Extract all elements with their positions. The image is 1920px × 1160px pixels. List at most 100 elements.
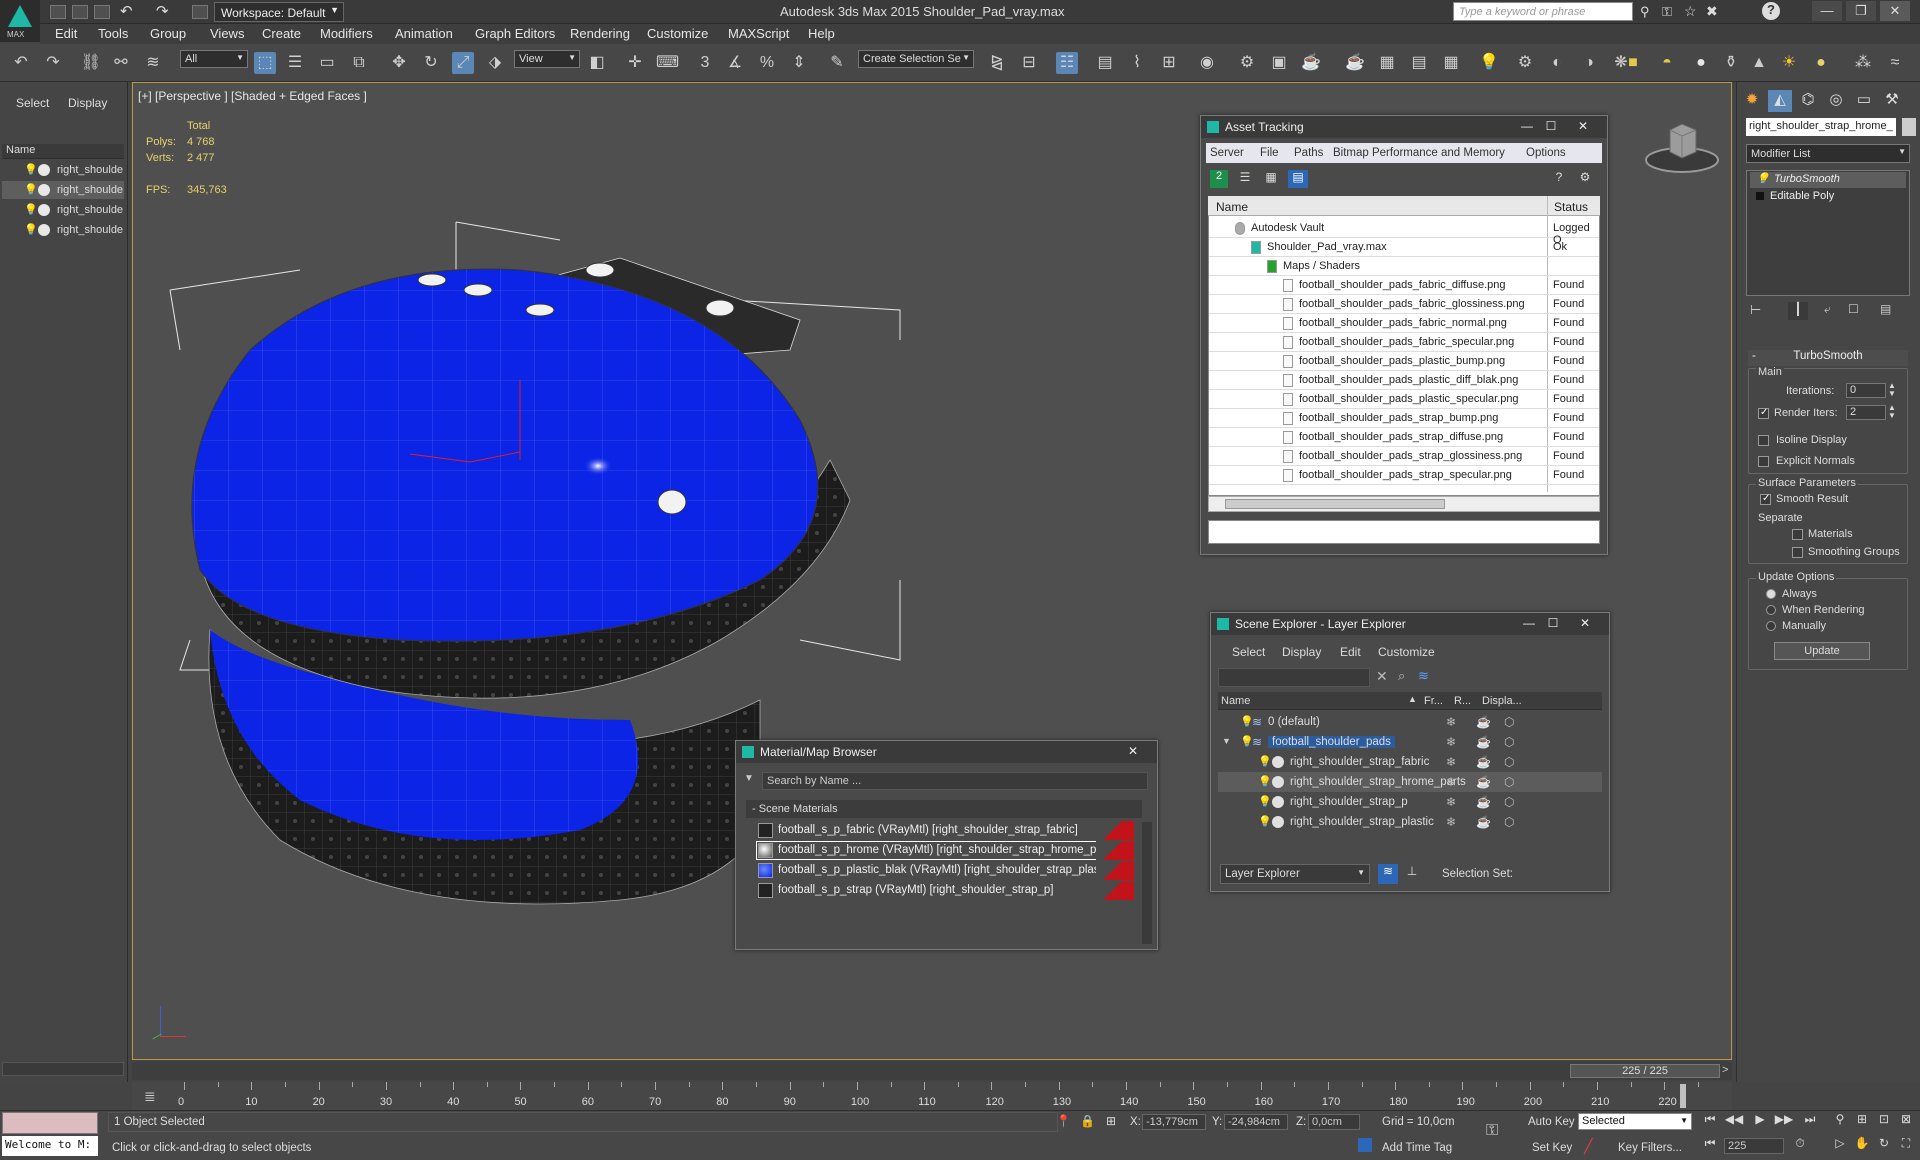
pan-icon[interactable]: ✋ <box>1852 1136 1872 1154</box>
maxscript-listener-field[interactable] <box>2 1112 98 1134</box>
render-teapot-icon[interactable]: ☕ <box>1476 795 1491 809</box>
scene-menu-edit[interactable]: Edit <box>1340 645 1361 659</box>
render-teapot-icon[interactable]: ☕ <box>1476 815 1491 829</box>
go-to-end-icon[interactable]: ⏭ <box>1800 1112 1820 1130</box>
maximize-button[interactable]: ☐ <box>1541 118 1561 135</box>
workspace-dropdown[interactable]: Workspace: Default ▼ <box>214 2 344 22</box>
layers-icon[interactable]: ≋ <box>1418 668 1429 684</box>
update-when-rendering-radio[interactable] <box>1766 605 1776 615</box>
light-bulb-icon[interactable]: 💡 <box>1258 815 1272 828</box>
explorer-mode-dropdown[interactable]: Layer Explorer ▼ <box>1220 864 1370 884</box>
options-chevron-icon[interactable]: ▼ <box>744 773 754 784</box>
light-bulb-icon[interactable]: 💡 <box>1756 172 1770 185</box>
iterations-spinner[interactable]: 0 <box>1846 383 1886 398</box>
asset-row[interactable]: Maps / Shaders <box>1209 257 1599 276</box>
set-key-button[interactable]: Set Key <box>1532 1142 1572 1154</box>
zoom-icon[interactable]: ⚲ <box>1830 1112 1850 1130</box>
dome-light-icon[interactable]: ● <box>1810 52 1832 74</box>
scale-icon[interactable]: ⤢ <box>452 52 474 74</box>
keyboard-shortcut-icon[interactable]: ⌨ <box>656 52 679 74</box>
left-list-item[interactable]: 💡 right_shoulde <box>2 201 124 219</box>
time-slider-track[interactable] <box>132 1062 1732 1080</box>
menu-group[interactable]: Group <box>150 26 186 41</box>
select-by-name-icon[interactable]: ☰ <box>284 52 306 74</box>
settings-icon[interactable]: ⚙ <box>1576 170 1594 188</box>
play-icon[interactable]: ▶ <box>1750 1112 1770 1130</box>
rect-selection-icon[interactable]: ▭ <box>316 52 338 74</box>
edit-named-selection-icon[interactable]: ✎ <box>826 52 848 74</box>
cone-icon[interactable]: ▲ <box>1748 52 1770 74</box>
key-filters-button[interactable]: Key Filters... <box>1618 1142 1682 1154</box>
x-coordinate-field[interactable]: -13,779cm <box>1142 1114 1206 1130</box>
sphere-icon[interactable]: ● <box>1690 52 1712 74</box>
go-to-start-icon[interactable]: ⏮ <box>1700 1112 1720 1130</box>
asset-row[interactable]: football_shoulder_pads_plastic_diff_blak… <box>1209 371 1599 390</box>
move-icon[interactable]: ✥ <box>388 52 410 74</box>
material-search-input[interactable]: Search by Name ... <box>762 772 1148 790</box>
clear-search-icon[interactable]: ✕ <box>1376 668 1388 685</box>
viewport-label[interactable]: [+] [Perspective ] [Shaded + Edged Faces… <box>138 89 367 103</box>
left-list-item[interactable]: 💡 right_shoulde <box>2 161 124 179</box>
zoom-extents-all-icon[interactable]: ⊠ <box>1896 1112 1916 1130</box>
maxscript-mini-listener[interactable]: Welcome to M: <box>2 1136 98 1156</box>
exchange-icon[interactable]: ✖ <box>1706 3 1718 20</box>
render-elements-icon[interactable]: ▤ <box>1408 52 1430 74</box>
time-slider[interactable]: 225 / 225 <box>1570 1064 1720 1078</box>
expand-arrow-icon[interactable]: ▼ <box>1222 736 1231 746</box>
render-teapot-icon[interactable]: ☕ <box>1476 715 1491 729</box>
graphite-ribbon-icon[interactable]: ▤ <box>1094 52 1116 74</box>
render-teapot-icon[interactable]: ☕ <box>1476 755 1491 769</box>
asset-menu-paths[interactable]: Paths <box>1294 147 1323 159</box>
asset-col-status[interactable]: Status <box>1554 200 1588 214</box>
mini-curve-editor-icon[interactable]: ≣ <box>144 1088 156 1105</box>
asset-row[interactable]: football_shoulder_pads_strap_bump.png Fou… <box>1209 409 1599 428</box>
isoline-display-checkbox[interactable] <box>1758 435 1769 446</box>
modify-tab-icon[interactable]: ◭ <box>1768 90 1792 112</box>
render-iters-checkbox[interactable] <box>1758 407 1769 419</box>
material-item[interactable]: football_s_p_strap (VRayMtl) [right_shou… <box>756 881 1134 900</box>
unlink-icon[interactable]: ⚯ <box>110 52 132 74</box>
smooth-result-checkbox[interactable] <box>1760 493 1771 505</box>
zoom-all-icon[interactable]: ⊞ <box>1852 1112 1872 1130</box>
freeze-icon[interactable]: ❄ <box>1446 715 1456 729</box>
close-button[interactable]: ✕ <box>1575 615 1595 632</box>
menu-modifiers[interactable]: Modifiers <box>320 26 373 41</box>
help-icon[interactable]: ? <box>1762 2 1780 20</box>
scene-search-input[interactable] <box>1218 668 1370 687</box>
refresh-icon[interactable]: 2 <box>1210 170 1228 188</box>
materials-checkbox[interactable] <box>1792 529 1803 540</box>
spinner-arrows-icon[interactable]: ▲ ▼ <box>1888 404 1896 420</box>
scene-col-name[interactable]: Name <box>1221 695 1250 707</box>
key-mode-dropdown[interactable]: Selected ▼ <box>1578 1113 1692 1130</box>
layer-row[interactable]: ▼ 💡 ≋ football_shoulder_pads ❄ ☕ ⬡ <box>1218 732 1602 752</box>
freeze-icon[interactable]: ❄ <box>1446 775 1456 789</box>
left-horizontal-scrollbar[interactable] <box>2 1062 124 1076</box>
light-bulb-icon[interactable]: 💡 <box>1258 755 1272 768</box>
window-crossing-icon[interactable]: ⧉ <box>348 52 370 74</box>
material-item[interactable]: football_s_p_plastic_blak (VRayMtl) [rig… <box>756 861 1134 880</box>
asset-row[interactable]: football_shoulder_pads_plastic_specular.… <box>1209 390 1599 409</box>
menu-maxscript[interactable]: MAXScript <box>728 26 789 41</box>
redo-icon[interactable]: ↷ <box>42 52 64 74</box>
render-teapot-icon[interactable]: ☕ <box>1476 775 1491 789</box>
zoom-extents-icon[interactable]: ⊡ <box>1874 1112 1894 1130</box>
asset-tracking-titlebar[interactable]: Asset Tracking — ☐ ✕ <box>1201 116 1607 138</box>
absolute-mode-icon[interactable]: ⊞ <box>1106 1114 1116 1128</box>
minimize-button[interactable]: — <box>1517 118 1537 135</box>
teapot-render-icon[interactable] <box>38 164 50 176</box>
minimize-button[interactable]: — <box>1519 615 1539 632</box>
schematic-view-icon[interactable]: ⊞ <box>1158 52 1180 74</box>
y-coordinate-field[interactable]: -24,984cm <box>1224 1114 1288 1130</box>
freeze-icon[interactable]: ❄ <box>1446 795 1456 809</box>
asset-row[interactable]: football_shoulder_pads_plastic_bump.png F… <box>1209 352 1599 371</box>
menu-graph-editors[interactable]: Graph Editors <box>475 26 555 41</box>
render-iters-spinner[interactable]: 2 <box>1846 405 1886 420</box>
asset-col-name[interactable]: Name <box>1216 200 1248 214</box>
time-tag-icon[interactable] <box>1358 1138 1372 1152</box>
curve-editor-icon[interactable]: ⌇ <box>1126 52 1148 74</box>
undo-quick-icon[interactable]: ↶ <box>120 2 133 20</box>
auto-key-button[interactable]: Auto Key <box>1528 1116 1575 1128</box>
fov-icon[interactable]: ▷ <box>1830 1136 1850 1154</box>
teapot-render-icon[interactable] <box>38 224 50 236</box>
grid-icon[interactable]: ▦ <box>1440 52 1462 74</box>
